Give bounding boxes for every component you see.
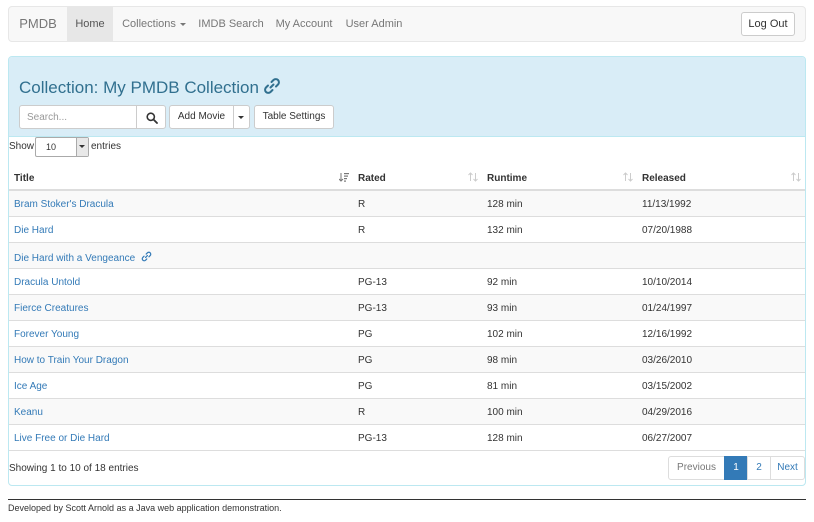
sort-icon[interactable] [623, 172, 633, 185]
runtime-cell: 98 min [487, 355, 518, 366]
table-header: Title Rated Runtime Released [9, 165, 805, 191]
entries-select[interactable]: 10 [35, 137, 89, 157]
rated-cell: PG-13 [358, 433, 387, 444]
panel-heading: Collection: My PMDB Collection Add Movie… [9, 57, 805, 137]
entries-selected-value: 10 [46, 142, 57, 152]
movie-title-link[interactable]: Forever Young [14, 329, 79, 340]
table-row: Dracula Untold PG-13 92 min 10/10/2014 [9, 269, 805, 295]
movie-title-cell: Die Hard with a Vengeance [14, 251, 152, 265]
runtime-cell: 128 min [487, 433, 523, 444]
released-cell: 10/10/2014 [642, 277, 693, 288]
nav-imdb-search[interactable]: IMDB Search [195, 7, 267, 41]
table-row: Die Hard with a Vengeance [9, 243, 805, 269]
search-button[interactable] [136, 105, 166, 129]
table-row: Fierce Creatures PG-13 93 min 01/24/1997 [9, 295, 805, 321]
rated-cell: R [358, 225, 366, 236]
table-row: Die Hard R 132 min 07/20/1988 [9, 217, 805, 243]
chevron-down-icon [238, 116, 244, 119]
sort-ascending-icon[interactable] [338, 172, 349, 185]
collection-title: Collection: My PMDB Collection [19, 78, 259, 97]
table-row: Forever Young PG 102 min 12/16/1992 [9, 321, 805, 347]
movie-title-link[interactable]: Live Free or Die Hard [14, 433, 110, 444]
show-label: Show [9, 141, 35, 152]
rated-cell: PG [358, 355, 373, 366]
released-cell: 03/15/2002 [642, 381, 693, 392]
navbar: PMDB Home Collections IMDB Search My Acc… [8, 6, 806, 42]
footer-text: Developed by Scott Arnold as a Java web … [8, 503, 282, 513]
released-cell: 06/27/2007 [642, 433, 693, 444]
rated-cell: R [358, 407, 366, 418]
nav-home[interactable]: Home [67, 7, 113, 41]
footer-divider [8, 499, 806, 500]
chevron-down-icon [79, 145, 85, 148]
released-cell: 11/13/1992 [642, 199, 692, 210]
pagination-previous[interactable]: Previous [668, 456, 725, 480]
movie-title-link[interactable]: Dracula Untold [14, 277, 80, 288]
movie-title-link[interactable]: Fierce Creatures [14, 303, 88, 314]
column-header-runtime[interactable]: Runtime [487, 173, 527, 184]
sort-icon[interactable] [791, 172, 801, 185]
runtime-cell: 93 min [487, 303, 518, 314]
column-header-title[interactable]: Title [14, 173, 34, 184]
entries-label: entries [91, 141, 122, 152]
pagination-next[interactable]: Next [770, 456, 805, 480]
runtime-cell: 81 min [487, 381, 518, 392]
nav-collections-label: Collections [122, 18, 176, 30]
pagination-page-2[interactable]: 2 [747, 456, 771, 480]
rated-cell: PG-13 [358, 277, 387, 288]
search-icon [146, 112, 158, 124]
runtime-cell: 102 min [487, 329, 523, 340]
movie-title-link[interactable]: Die Hard [14, 225, 53, 236]
rated-cell: PG-13 [358, 303, 387, 314]
released-cell: 07/20/1988 [642, 225, 693, 236]
released-cell: 01/24/1997 [642, 303, 693, 314]
released-cell: 03/26/2010 [642, 355, 693, 366]
movie-title-link[interactable]: Keanu [14, 407, 43, 418]
released-cell: 04/29/2016 [642, 407, 693, 418]
table-row: Ice Age PG 81 min 03/15/2002 [9, 373, 805, 399]
runtime-cell: 92 min [487, 277, 518, 288]
link-icon[interactable] [263, 77, 281, 98]
sort-icon[interactable] [468, 172, 478, 185]
table-row: Bram Stoker's Dracula R 128 min 11/13/19… [9, 191, 805, 217]
column-header-released[interactable]: Released [642, 173, 686, 184]
movie-title-link[interactable]: How to Train Your Dragon [14, 355, 129, 366]
runtime-cell: 132 min [487, 225, 523, 236]
add-movie-dropdown-toggle[interactable] [233, 105, 250, 129]
search-input[interactable] [19, 105, 137, 129]
link-icon[interactable] [141, 251, 152, 265]
chevron-down-icon [179, 22, 186, 26]
movie-title-link[interactable]: Die Hard with a Vengeance [14, 253, 135, 264]
table-row: Keanu R 100 min 04/29/2016 [9, 399, 805, 425]
rated-cell: R [358, 199, 366, 210]
nav-my-account[interactable]: My Account [271, 7, 337, 41]
add-movie-button[interactable]: Add Movie [169, 105, 234, 129]
movie-title-link[interactable]: Bram Stoker's Dracula [14, 199, 114, 210]
pagination-page-1[interactable]: 1 [724, 456, 748, 480]
movie-title-link[interactable]: Ice Age [14, 381, 47, 392]
nav-user-admin[interactable]: User Admin [343, 7, 405, 41]
brand-link[interactable]: PMDB [9, 7, 67, 41]
select-arrow [76, 138, 88, 156]
table-settings-button[interactable]: Table Settings [254, 105, 334, 129]
released-cell: 12/16/1992 [642, 329, 693, 340]
nav-collections[interactable]: Collections [113, 7, 195, 41]
table-row: How to Train Your Dragon PG 98 min 03/26… [9, 347, 805, 373]
table-info: Showing 1 to 10 of 18 entries [9, 463, 139, 474]
column-header-rated[interactable]: Rated [358, 173, 386, 184]
collection-panel: Collection: My PMDB Collection Add Movie… [8, 56, 806, 486]
logout-button[interactable]: Log Out [741, 12, 795, 36]
runtime-cell: 100 min [487, 407, 523, 418]
pagination: Previous 1 2 Next [668, 456, 805, 480]
table-row: Live Free or Die Hard PG-13 128 min 06/2… [9, 425, 805, 451]
runtime-cell: 128 min [487, 199, 523, 210]
movies-table: Title Rated Runtime Released Bram Stoker… [9, 165, 805, 451]
rated-cell: PG [358, 381, 373, 392]
rated-cell: PG [358, 329, 373, 340]
